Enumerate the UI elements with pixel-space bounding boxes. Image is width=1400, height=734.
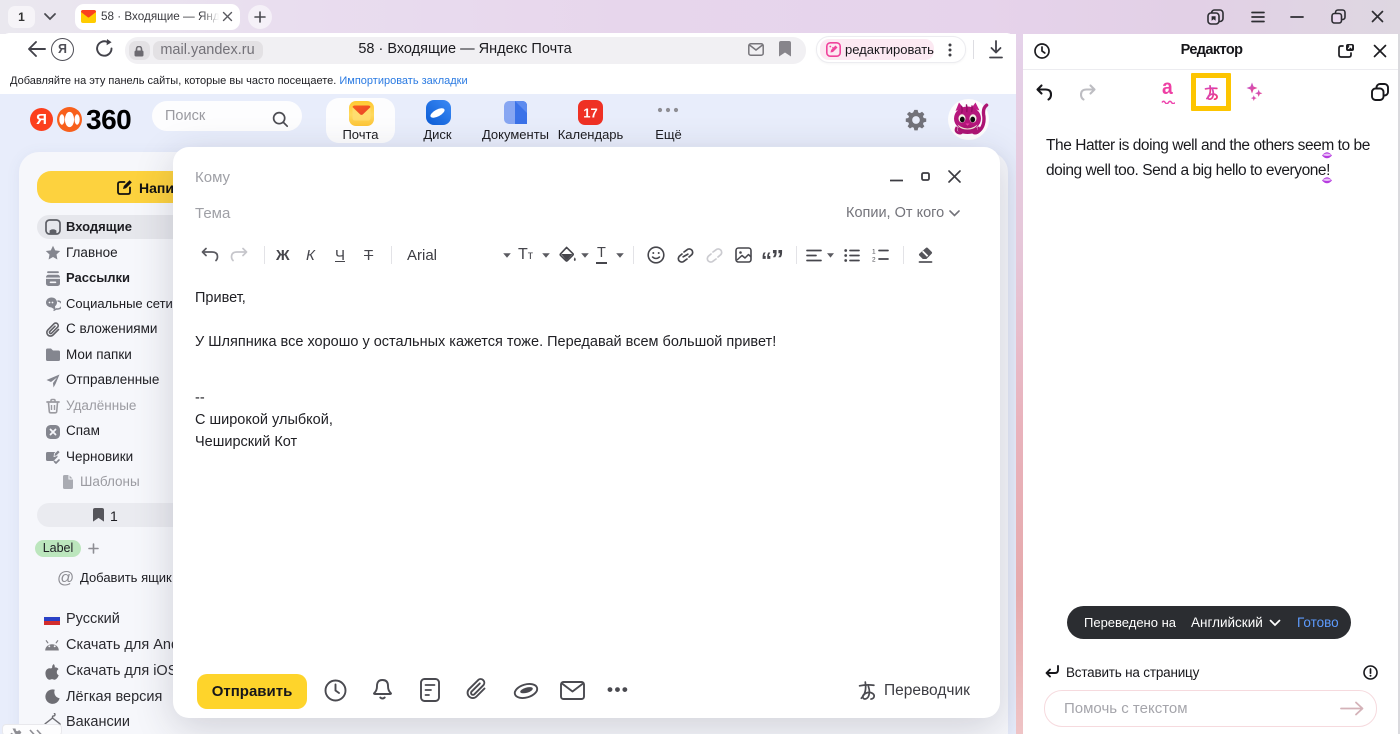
svg-text:2: 2 — [872, 257, 876, 263]
svg-text:1: 1 — [872, 249, 876, 256]
svg-text:17: 17 — [583, 106, 597, 121]
